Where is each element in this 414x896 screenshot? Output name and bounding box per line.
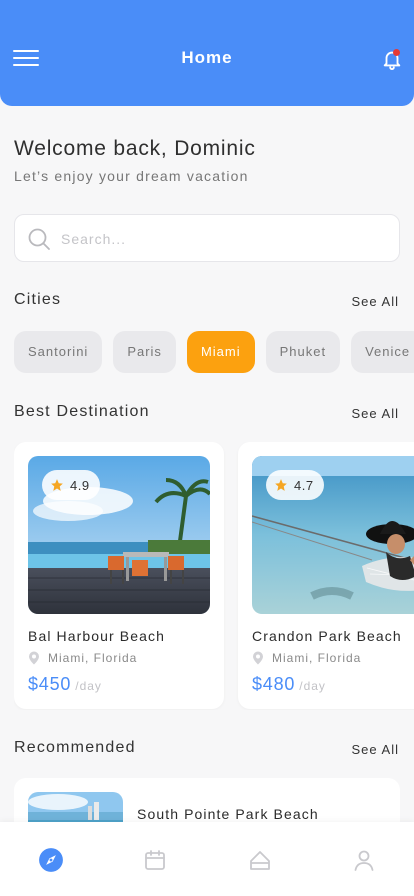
- search-input[interactable]: [61, 227, 381, 251]
- location-text: Miami, Florida: [272, 651, 362, 665]
- nav-profile[interactable]: [349, 846, 379, 874]
- nav-explore[interactable]: [36, 846, 66, 874]
- price-amount: $450: [28, 674, 72, 694]
- calendar-icon: [145, 850, 165, 870]
- destination-carousel: 4.9 Bal Harbour Beach Miami, Florida $45…: [14, 442, 414, 710]
- best-destination-section-title: Best Destination: [14, 403, 150, 420]
- destination-location: Miami, Florida: [28, 651, 137, 665]
- search-bar[interactable]: [14, 214, 400, 262]
- city-chip-paris[interactable]: Paris: [113, 331, 176, 373]
- price-amount: $480: [252, 674, 296, 694]
- recommended-see-all-link[interactable]: See All: [352, 742, 399, 757]
- destination-photo: 4.9: [28, 456, 210, 614]
- nav-schedule[interactable]: [140, 846, 170, 874]
- destination-name: Crandon Park Beach: [252, 628, 402, 644]
- suitcase-icon: [250, 851, 270, 870]
- city-chips: Santorini Paris Miami Phuket Venice: [14, 331, 414, 373]
- star-icon: [51, 479, 63, 491]
- nav-trips[interactable]: [245, 846, 275, 874]
- rating-badge: 4.7: [266, 470, 324, 500]
- rating-value: 4.7: [294, 477, 314, 493]
- rating-badge: 4.9: [42, 470, 100, 500]
- welcome-subtitle: Let’s enjoy your dream vacation: [14, 168, 249, 184]
- city-chip-miami[interactable]: Miami: [186, 331, 255, 373]
- city-chip-phuket[interactable]: Phuket: [265, 331, 341, 373]
- search-icon: [28, 228, 50, 250]
- bottom-navigation: [0, 822, 414, 896]
- cities-see-all-link[interactable]: See All: [352, 294, 399, 309]
- destination-location: Miami, Florida: [252, 651, 361, 665]
- cities-section-title: Cities: [14, 291, 62, 308]
- best-destination-see-all-link[interactable]: See All: [352, 406, 399, 421]
- profile-icon: [354, 850, 374, 871]
- rating-value: 4.9: [70, 477, 90, 493]
- notification-dot: [393, 49, 400, 56]
- compass-icon: [39, 848, 63, 872]
- app-header: Home: [0, 0, 414, 106]
- city-chip-santorini[interactable]: Santorini: [14, 331, 103, 373]
- destination-price: $450/day: [28, 674, 102, 695]
- destination-card[interactable]: 4.9 Bal Harbour Beach Miami, Florida $45…: [14, 442, 224, 709]
- location-pin-icon: [29, 651, 39, 665]
- page-title: Home: [181, 48, 233, 67]
- recommended-name: South Pointe Park Beach: [137, 806, 319, 822]
- location-text: Miami, Florida: [48, 651, 138, 665]
- destination-name: Bal Harbour Beach: [28, 628, 165, 644]
- price-unit: /day: [75, 679, 102, 693]
- destination-photo: 4.7: [252, 456, 414, 614]
- recommended-section-title: Recommended: [14, 739, 136, 756]
- city-chip-venice[interactable]: Venice: [351, 331, 414, 373]
- destination-card[interactable]: 4.7 Crandon Park Beach Miami, Florida $4…: [238, 442, 414, 709]
- destination-price: $480/day: [252, 674, 326, 695]
- price-unit: /day: [299, 679, 326, 693]
- star-icon: [275, 479, 287, 491]
- welcome-heading: Welcome back, Dominic: [14, 137, 256, 160]
- location-pin-icon: [253, 651, 263, 665]
